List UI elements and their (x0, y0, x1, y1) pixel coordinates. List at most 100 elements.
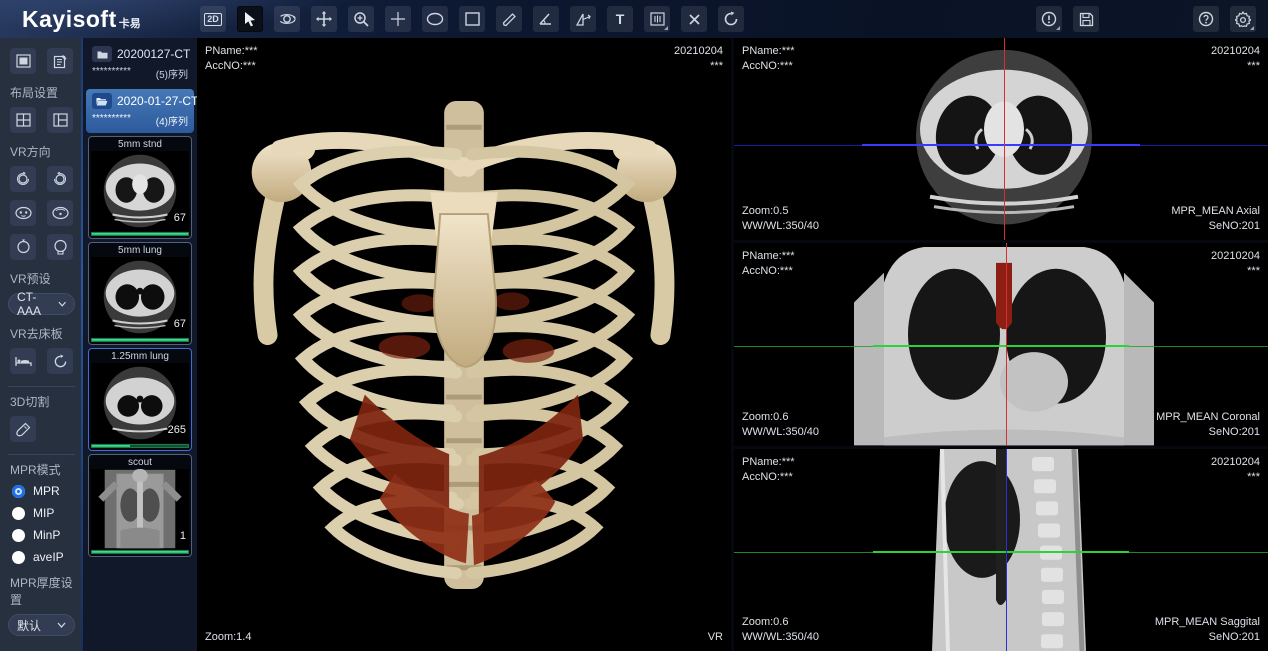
study-date: 20210204 (1211, 455, 1260, 470)
crosshair-button[interactable] (385, 6, 411, 32)
window-level: WW/WL:350/40 (742, 219, 819, 234)
delete-annotation-button[interactable] (681, 6, 707, 32)
load-progress-bar (91, 550, 189, 554)
mpr-thickness-select[interactable]: 默认 (8, 614, 75, 636)
crosshair-vertical-blue[interactable] (1006, 449, 1007, 651)
render-mode: VR (708, 630, 723, 645)
radio-icon (12, 551, 25, 564)
view-2d-icon: 2D (204, 13, 222, 26)
series-thumb-image: 265 (91, 363, 189, 443)
radio-label: MPR (33, 484, 60, 498)
measure-tool-button[interactable] (496, 6, 522, 32)
radio-selected-icon (12, 485, 25, 498)
radio-minp[interactable]: MinP (0, 524, 83, 546)
accession-number: AccNO:*** (205, 59, 258, 74)
vr-head-view-button[interactable] (10, 234, 36, 260)
folder-closed-icon (92, 46, 112, 62)
ct-viewer-app: Kayisoft 卡易 2D (0, 0, 1268, 651)
pan-button[interactable] (311, 6, 337, 32)
save-button[interactable] (1073, 6, 1099, 32)
vr-back-view-button[interactable] (47, 200, 73, 226)
view-name: MPR_MEAN Saggital (1155, 615, 1260, 630)
layout-left-main-icon (53, 113, 68, 127)
load-progress-bar (91, 232, 189, 236)
rotate-3d-button[interactable] (274, 6, 300, 32)
report-button[interactable] (47, 48, 73, 74)
radio-mpr[interactable]: MPR (0, 480, 83, 502)
vr-ribcage-rendering (244, 97, 684, 593)
study-series-count: (4)序列 (156, 113, 188, 128)
vr-rotate-left-button[interactable] (10, 166, 36, 192)
radio-mip[interactable]: MIP (0, 502, 83, 524)
vr-front-view-button[interactable] (10, 200, 36, 226)
layout-single-icon (16, 54, 31, 68)
crosshair-vertical-red[interactable] (1006, 243, 1007, 445)
bed-reset-button[interactable] (47, 348, 73, 374)
head-bottom-icon (53, 239, 68, 255)
radio-aveip[interactable]: aveIP (0, 546, 83, 568)
cobb-angle-button[interactable] (570, 6, 596, 32)
info-button[interactable] (1036, 6, 1062, 32)
help-button[interactable] (1193, 6, 1219, 32)
folder-open-icon (92, 93, 112, 109)
view-2d-button[interactable]: 2D (200, 6, 226, 32)
layout-left-main-button[interactable] (47, 107, 73, 133)
scalpel-button[interactable] (10, 416, 36, 442)
vr-rotate-right-button[interactable] (47, 166, 73, 192)
window-level-button[interactable] (644, 6, 670, 32)
image-count: 265 (168, 424, 186, 436)
text-tool-button[interactable]: T (607, 6, 633, 32)
image-count: 1 (180, 530, 186, 542)
study-item[interactable]: 20200127-CT ********** (5)序列 (86, 42, 194, 86)
vr-foot-view-button[interactable] (47, 234, 73, 260)
study-patient-masked: ********** (92, 66, 131, 81)
series-thumbnail[interactable]: 5mm stnd 67 (88, 136, 192, 239)
accession-number: AccNO:*** (742, 264, 795, 279)
masked-value: *** (1211, 59, 1260, 74)
radio-label: MIP (33, 506, 54, 520)
layout-grid-icon (16, 113, 31, 127)
view-name: MPR_MEAN Coronal (1156, 410, 1260, 425)
ellipse-tool-button[interactable] (422, 6, 448, 32)
report-icon (53, 54, 68, 69)
patient-name: PName:*** (742, 44, 795, 59)
head-rotate-left-icon (15, 171, 31, 187)
image-count: 67 (174, 318, 186, 330)
view-name: MPR_MEAN Axial (1171, 204, 1260, 219)
layout-grid-button[interactable] (10, 107, 36, 133)
rotate-3d-icon (278, 11, 296, 27)
settings-button[interactable] (1230, 6, 1256, 32)
cobb-angle-icon (575, 12, 592, 27)
crosshair-horizontal-blue-center[interactable] (862, 144, 1140, 146)
mpr-sagittal-viewport[interactable]: PName:*** AccNO:*** 20210204 *** Zoom:0.… (734, 449, 1268, 651)
reset-icon (53, 354, 68, 369)
patient-name: PName:*** (742, 249, 795, 264)
layout-single-button[interactable] (10, 48, 36, 74)
study-item-selected[interactable]: 2020-01-27-CT ********** (4)序列 (86, 89, 194, 133)
reset-view-button[interactable] (718, 6, 744, 32)
crosshair-horizontal-green-center[interactable] (873, 551, 1129, 553)
vr-bed-removal-label: VR去床板 (0, 319, 83, 344)
vr-viewport[interactable]: PName:*** AccNO:*** 20210204 *** Zoom:1.… (197, 38, 731, 651)
zoom-in-button[interactable] (348, 6, 374, 32)
rectangle-tool-button[interactable] (459, 6, 485, 32)
series-thumbnail[interactable]: 5mm lung 67 (88, 242, 192, 345)
crosshair-vertical-red[interactable] (1004, 38, 1005, 240)
series-number: SeNO:201 (1156, 425, 1260, 440)
cursor-tool-button[interactable] (237, 6, 263, 32)
vr-preset-select[interactable]: CT-AAA (8, 293, 75, 315)
save-floppy-icon (1079, 12, 1094, 27)
crosshair-horizontal-green-center[interactable] (873, 345, 1129, 347)
mpr-coronal-viewport[interactable]: PName:*** AccNO:*** 20210204 *** Zoom:0.… (734, 243, 1268, 445)
radio-label: MinP (33, 528, 60, 542)
remove-bed-button[interactable] (10, 348, 36, 374)
image-count: 67 (174, 212, 186, 224)
angle-tool-button[interactable] (533, 6, 559, 32)
patient-name: PName:*** (205, 44, 258, 59)
series-thumbnail-selected[interactable]: 1.25mm lung 265 (88, 348, 192, 451)
mpr-axial-viewport[interactable]: PName:*** AccNO:*** 20210204 *** Zoom:0.… (734, 38, 1268, 240)
text-tool-icon: T (616, 11, 625, 27)
series-thumbnail[interactable]: scout 1 (88, 454, 192, 557)
ellipse-icon (426, 12, 444, 26)
layout-settings-label: 布局设置 (0, 78, 83, 103)
